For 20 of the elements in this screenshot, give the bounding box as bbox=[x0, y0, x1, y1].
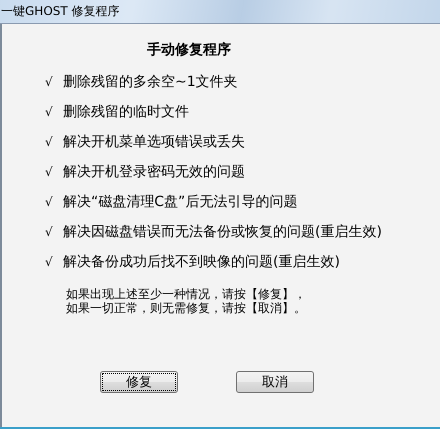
check-mark: √ bbox=[45, 105, 54, 119]
fix-item-label: 解决备份成功后找不到映像的问题(重启生效) bbox=[63, 253, 340, 271]
fix-item-label: 解决因磁盘错误而无法备份或恢复的问题(重启生效) bbox=[63, 223, 382, 241]
cancel-button[interactable]: 取消 bbox=[236, 371, 314, 393]
check-mark: √ bbox=[45, 255, 54, 269]
repair-button[interactable]: 修复 bbox=[100, 371, 178, 393]
dialog-heading: 手动修复程序 bbox=[147, 41, 232, 59]
check-mark: √ bbox=[45, 75, 54, 89]
check-mark: √ bbox=[45, 195, 54, 209]
instruction-text: 如果出现上述至少一种情况，请按【修复】， bbox=[66, 287, 307, 301]
check-mark: √ bbox=[45, 135, 54, 149]
fix-item-label: 解决“磁盘清理C盘”后无法引导的问题 bbox=[63, 193, 298, 211]
fix-item-label: 删除残留的临时文件 bbox=[63, 103, 189, 121]
window-title: 一键GHOST 修复程序 bbox=[1, 3, 120, 20]
check-mark: √ bbox=[45, 225, 54, 239]
fix-item-label: 删除残留的多余空~1文件夹 bbox=[63, 73, 238, 91]
instruction-text: 如果一切正常，则无需修复，请按【取消】。 bbox=[66, 301, 307, 315]
fix-item-label: 解决开机登录密码无效的问题 bbox=[63, 163, 245, 181]
fix-item-label: 解决开机菜单选项错误或丢失 bbox=[63, 133, 245, 151]
check-mark: √ bbox=[45, 165, 54, 179]
